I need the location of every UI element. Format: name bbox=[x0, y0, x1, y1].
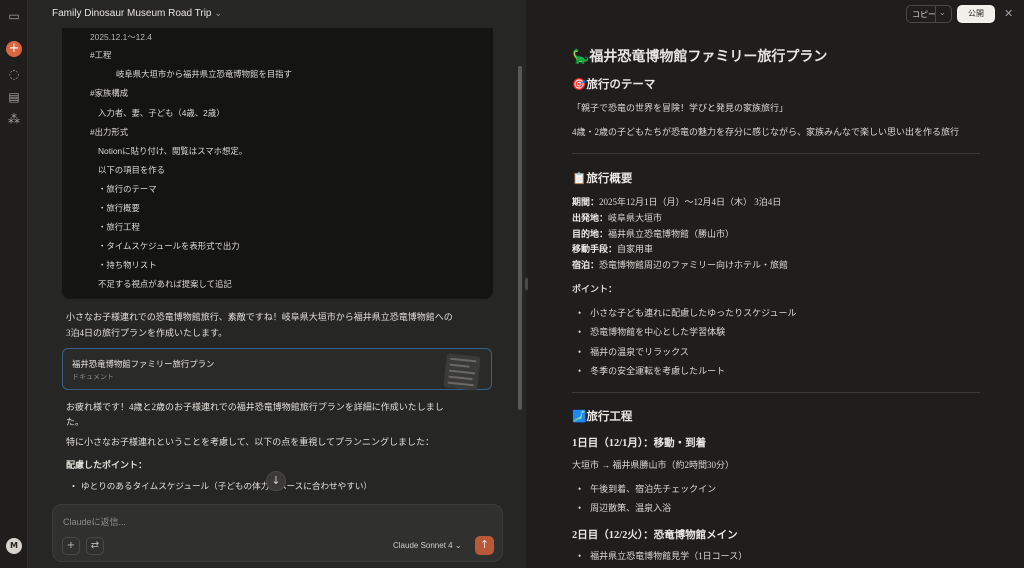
theme-description: 4歳・2歳の子どもたちが恐竜の魅力を存分に感じながら、家族みんなで楽しい思い出を… bbox=[572, 127, 960, 137]
chevron-down-icon: ⌄ bbox=[214, 8, 223, 18]
overview-label: 出発地： bbox=[572, 213, 609, 223]
overview-value: 恐竜博物館周辺のファミリー向けホテル・旅館 bbox=[599, 260, 789, 270]
section-heading: 📋旅行概要 bbox=[572, 173, 633, 185]
overview-row: 出発地：岐阜県大垣市 bbox=[572, 211, 662, 224]
prompt-line: Notionに貼り付け、閲覧はスマホ想定。 bbox=[98, 146, 248, 156]
prompt-line: ・旅行概要 bbox=[98, 203, 140, 213]
overview-row: 目的地：福井県立恐竜博物館（勝山市） bbox=[572, 227, 734, 240]
chats-icon[interactable]: ◌ bbox=[7, 67, 21, 81]
divider bbox=[572, 153, 980, 154]
overview-value: 自家用車 bbox=[617, 244, 654, 254]
chat-title: Family Dinosaur Museum Road Trip bbox=[52, 8, 212, 19]
prompt-line: ・持ち物リスト bbox=[98, 260, 157, 270]
overview-value: 福井県立恐竜博物館（勝山市） bbox=[608, 229, 735, 239]
points-label: ポイント： bbox=[572, 284, 618, 294]
overview-row: 移動手段：自家用車 bbox=[572, 242, 653, 255]
divider bbox=[572, 392, 980, 393]
list-item: 福井の温泉でリラックス bbox=[578, 345, 689, 358]
section-heading: 🎯旅行のテーマ bbox=[572, 79, 656, 91]
section-heading: 🗾旅行工程 bbox=[572, 411, 633, 423]
close-icon[interactable]: ✕ bbox=[1004, 7, 1013, 20]
copy-button[interactable]: コピー ⌄ bbox=[906, 5, 952, 23]
list-item: 午後到着、宿泊先チェックイン bbox=[578, 482, 716, 495]
assistant-message: 特に小さなお子様連れということを考慮して、以下の点を重視してプランニングしました… bbox=[66, 437, 435, 447]
publish-button[interactable]: 公開 bbox=[957, 5, 995, 23]
chevron-down-icon[interactable]: ⌄ bbox=[939, 8, 946, 17]
prompt-line: 2025.12.1〜12.4 bbox=[90, 32, 152, 42]
tools-button[interactable]: ⇄ bbox=[86, 537, 104, 555]
reply-input[interactable]: Claudeに返信... bbox=[63, 515, 126, 528]
model-selector[interactable]: Claude Sonnet 4 ⌄ bbox=[393, 541, 462, 550]
overview-label: 宿泊： bbox=[572, 260, 600, 270]
attach-button[interactable]: + bbox=[62, 537, 80, 555]
document-title: 🦕福井恐竜博物館ファミリー旅行プラン bbox=[572, 50, 828, 65]
model-name: Claude Sonnet 4 bbox=[393, 541, 453, 550]
overview-label: 目的地： bbox=[572, 229, 609, 239]
day-route: 大垣市 → 福井県勝山市（約2時間30分） bbox=[572, 460, 735, 470]
theme-quote: 「親子で恐竜の世界を冒険！学びと発見の家族旅行」 bbox=[572, 103, 789, 113]
assistant-message: 小さなお子様連れでの恐竜博物館旅行、素敵ですね！岐阜県大垣市から福井県立恐竜博物… bbox=[66, 312, 453, 322]
list-item: 福井県立恐竜博物館見学（1日コース） bbox=[578, 549, 747, 562]
prompt-line: ・旅行のテーマ bbox=[98, 184, 157, 194]
assistant-message: お疲れ様です！4歳と2歳のお子様連れでの福井恐竜博物館旅行プランを詳細に作成いた… bbox=[66, 402, 444, 412]
user-prompt-block: 2025.12.1〜12.4 #工程 岐阜県大垣市から福井県立恐竜博物館を目指す… bbox=[62, 28, 493, 299]
prompt-line: 不足する視点があれば提案して追記 bbox=[98, 279, 232, 289]
prompt-line: ・タイムスケジュールを表形式で出力 bbox=[98, 241, 240, 251]
prompt-line: 入力者、妻、子ども（4歳、2歳） bbox=[98, 108, 225, 118]
artifacts-icon[interactable]: ⁂ bbox=[7, 112, 21, 126]
list-item: 小さな子ども連れに配慮したゆったりスケジュール bbox=[578, 306, 796, 319]
list-item: 恐竜博物館を中心とした学習体験 bbox=[578, 325, 725, 338]
assistant-message: 3泊4日の旅行プランを作成いたします。 bbox=[66, 328, 228, 338]
copy-button-label: コピー bbox=[912, 10, 936, 19]
scroll-down-button[interactable]: ↓ bbox=[266, 471, 286, 491]
document-thumbnail-icon bbox=[443, 353, 481, 391]
projects-icon[interactable]: ▤ bbox=[7, 90, 21, 104]
left-rail: ▭ + ◌ ▤ ⁂ M bbox=[0, 0, 28, 568]
overview-row: 期間：2025年12月1日（月）〜12月4日（木） 3泊4日 bbox=[572, 195, 781, 208]
prompt-line: 以下の項目を作る bbox=[98, 165, 165, 175]
assistant-message: た。 bbox=[66, 417, 85, 427]
prompt-line: ・旅行工程 bbox=[98, 222, 140, 232]
composer[interactable]: Claudeに返信... + ⇄ Claude Sonnet 4 ⌄ ↑ bbox=[52, 504, 503, 562]
artifact-card-type: ドキュメント bbox=[72, 374, 114, 381]
artifact-card[interactable]: 福井恐竜博物館ファミリー旅行プラン ドキュメント bbox=[62, 348, 492, 391]
divider bbox=[935, 6, 936, 22]
prompt-line: #家族構成 bbox=[90, 88, 129, 98]
new-chat-button[interactable]: + bbox=[6, 41, 22, 57]
list-item: 周辺散策、温泉入浴 bbox=[578, 501, 671, 514]
overview-value: 岐阜県大垣市 bbox=[608, 213, 663, 223]
day-heading: 2日目（12/2火）：恐竜博物館メイン bbox=[572, 530, 738, 541]
chat-scrollbar[interactable] bbox=[518, 66, 522, 410]
overview-label: 期間： bbox=[572, 197, 600, 207]
send-button[interactable]: ↑ bbox=[475, 536, 494, 555]
list-item: 冬季の安全運転を考慮したルート bbox=[578, 364, 725, 377]
artifact-card-title: 福井恐竜博物館ファミリー旅行プラン bbox=[72, 359, 215, 369]
sidebar-toggle-icon[interactable]: ▭ bbox=[7, 9, 21, 23]
overview-label: 移動手段： bbox=[572, 244, 618, 254]
day-heading: 1日目（12/1月）：移動・到着 bbox=[572, 438, 707, 449]
overview-row: 宿泊：恐竜博物館周辺のファミリー向けホテル・旅館 bbox=[572, 258, 788, 271]
chat-column: Family Dinosaur Museum Road Trip ⌄ 2025.1… bbox=[28, 0, 526, 568]
prompt-line: #工程 bbox=[90, 50, 112, 60]
prompt-line: #出力形式 bbox=[90, 127, 129, 137]
artifact-panel: コピー ⌄ 公開 ✕ 🦕福井恐竜博物館ファミリー旅行プラン 🎯旅行のテーマ 「親… bbox=[528, 0, 1024, 568]
points-heading: 配慮したポイント： bbox=[66, 460, 148, 470]
list-item: ゆとりのあるタイムスケジュール（子どもの体力やペースに合わせやすい） bbox=[72, 480, 372, 492]
prompt-line: 岐阜県大垣市から福井県立恐竜博物館を目指す bbox=[116, 69, 292, 79]
chat-title-button[interactable]: Family Dinosaur Museum Road Trip ⌄ bbox=[52, 8, 222, 19]
avatar[interactable]: M bbox=[6, 538, 22, 554]
overview-value: 2025年12月1日（月）〜12月4日（木） 3泊4日 bbox=[599, 197, 782, 207]
